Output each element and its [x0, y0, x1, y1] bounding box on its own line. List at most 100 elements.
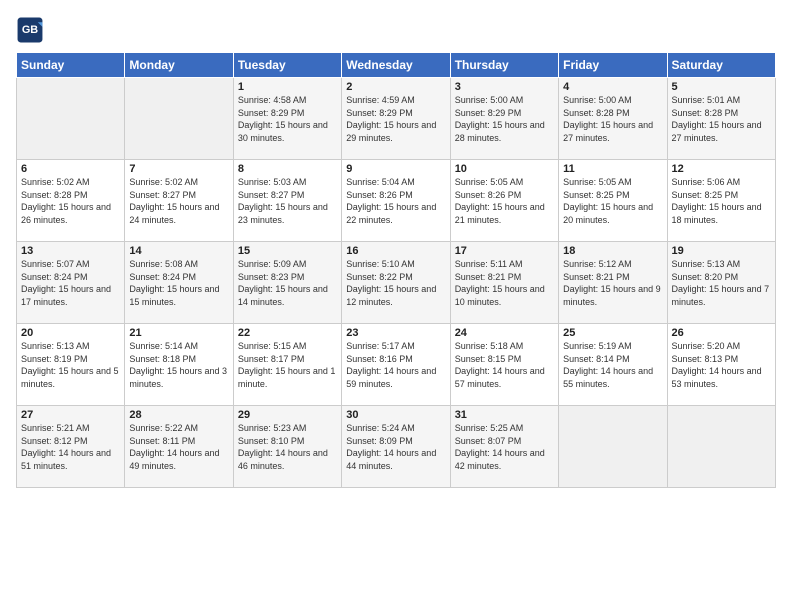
calendar-cell [559, 406, 667, 488]
calendar-cell: 26Sunrise: 5:20 AM Sunset: 8:13 PM Dayli… [667, 324, 775, 406]
calendar-cell: 20Sunrise: 5:13 AM Sunset: 8:19 PM Dayli… [17, 324, 125, 406]
day-number: 19 [672, 245, 771, 257]
day-number: 28 [129, 409, 228, 421]
calendar-cell: 24Sunrise: 5:18 AM Sunset: 8:15 PM Dayli… [450, 324, 558, 406]
calendar-week-row: 27Sunrise: 5:21 AM Sunset: 8:12 PM Dayli… [17, 406, 776, 488]
day-info: Sunrise: 4:58 AM Sunset: 8:29 PM Dayligh… [238, 94, 337, 144]
day-info: Sunrise: 5:15 AM Sunset: 8:17 PM Dayligh… [238, 340, 337, 390]
calendar-cell: 11Sunrise: 5:05 AM Sunset: 8:25 PM Dayli… [559, 160, 667, 242]
day-number: 26 [672, 327, 771, 339]
day-info: Sunrise: 5:11 AM Sunset: 8:21 PM Dayligh… [455, 258, 554, 308]
day-info: Sunrise: 5:10 AM Sunset: 8:22 PM Dayligh… [346, 258, 445, 308]
day-number: 29 [238, 409, 337, 421]
col-thursday: Thursday [450, 53, 558, 78]
calendar-cell: 18Sunrise: 5:12 AM Sunset: 8:21 PM Dayli… [559, 242, 667, 324]
calendar-page: GB Sunday Monday Tuesday Wednesday Thurs… [0, 0, 792, 612]
col-sunday: Sunday [17, 53, 125, 78]
calendar-cell: 23Sunrise: 5:17 AM Sunset: 8:16 PM Dayli… [342, 324, 450, 406]
calendar-cell: 7Sunrise: 5:02 AM Sunset: 8:27 PM Daylig… [125, 160, 233, 242]
col-friday: Friday [559, 53, 667, 78]
day-number: 30 [346, 409, 445, 421]
col-monday: Monday [125, 53, 233, 78]
day-info: Sunrise: 5:19 AM Sunset: 8:14 PM Dayligh… [563, 340, 662, 390]
day-number: 2 [346, 81, 445, 93]
day-number: 16 [346, 245, 445, 257]
calendar-cell: 3Sunrise: 5:00 AM Sunset: 8:29 PM Daylig… [450, 78, 558, 160]
calendar-cell: 17Sunrise: 5:11 AM Sunset: 8:21 PM Dayli… [450, 242, 558, 324]
day-number: 31 [455, 409, 554, 421]
calendar-cell: 4Sunrise: 5:00 AM Sunset: 8:28 PM Daylig… [559, 78, 667, 160]
calendar-cell: 27Sunrise: 5:21 AM Sunset: 8:12 PM Dayli… [17, 406, 125, 488]
day-info: Sunrise: 5:25 AM Sunset: 8:07 PM Dayligh… [455, 422, 554, 472]
calendar-cell: 29Sunrise: 5:23 AM Sunset: 8:10 PM Dayli… [233, 406, 341, 488]
calendar-cell: 2Sunrise: 4:59 AM Sunset: 8:29 PM Daylig… [342, 78, 450, 160]
day-info: Sunrise: 5:06 AM Sunset: 8:25 PM Dayligh… [672, 176, 771, 226]
calendar-week-row: 20Sunrise: 5:13 AM Sunset: 8:19 PM Dayli… [17, 324, 776, 406]
header: GB [16, 16, 776, 44]
day-number: 21 [129, 327, 228, 339]
day-number: 13 [21, 245, 120, 257]
day-info: Sunrise: 5:05 AM Sunset: 8:26 PM Dayligh… [455, 176, 554, 226]
day-number: 22 [238, 327, 337, 339]
day-number: 17 [455, 245, 554, 257]
day-number: 15 [238, 245, 337, 257]
day-info: Sunrise: 5:01 AM Sunset: 8:28 PM Dayligh… [672, 94, 771, 144]
day-info: Sunrise: 5:13 AM Sunset: 8:19 PM Dayligh… [21, 340, 120, 390]
header-row: Sunday Monday Tuesday Wednesday Thursday… [17, 53, 776, 78]
calendar-cell: 14Sunrise: 5:08 AM Sunset: 8:24 PM Dayli… [125, 242, 233, 324]
calendar-cell: 15Sunrise: 5:09 AM Sunset: 8:23 PM Dayli… [233, 242, 341, 324]
day-number: 23 [346, 327, 445, 339]
day-number: 9 [346, 163, 445, 175]
calendar-cell: 21Sunrise: 5:14 AM Sunset: 8:18 PM Dayli… [125, 324, 233, 406]
day-info: Sunrise: 5:18 AM Sunset: 8:15 PM Dayligh… [455, 340, 554, 390]
day-number: 18 [563, 245, 662, 257]
day-info: Sunrise: 5:02 AM Sunset: 8:28 PM Dayligh… [21, 176, 120, 226]
day-info: Sunrise: 5:08 AM Sunset: 8:24 PM Dayligh… [129, 258, 228, 308]
calendar-cell: 13Sunrise: 5:07 AM Sunset: 8:24 PM Dayli… [17, 242, 125, 324]
calendar-cell: 22Sunrise: 5:15 AM Sunset: 8:17 PM Dayli… [233, 324, 341, 406]
calendar-cell: 5Sunrise: 5:01 AM Sunset: 8:28 PM Daylig… [667, 78, 775, 160]
svg-text:GB: GB [22, 24, 38, 36]
day-info: Sunrise: 5:09 AM Sunset: 8:23 PM Dayligh… [238, 258, 337, 308]
calendar-cell: 19Sunrise: 5:13 AM Sunset: 8:20 PM Dayli… [667, 242, 775, 324]
calendar-cell [17, 78, 125, 160]
day-info: Sunrise: 5:24 AM Sunset: 8:09 PM Dayligh… [346, 422, 445, 472]
calendar-cell: 16Sunrise: 5:10 AM Sunset: 8:22 PM Dayli… [342, 242, 450, 324]
calendar-cell: 30Sunrise: 5:24 AM Sunset: 8:09 PM Dayli… [342, 406, 450, 488]
day-info: Sunrise: 5:20 AM Sunset: 8:13 PM Dayligh… [672, 340, 771, 390]
col-saturday: Saturday [667, 53, 775, 78]
calendar-cell: 28Sunrise: 5:22 AM Sunset: 8:11 PM Dayli… [125, 406, 233, 488]
day-number: 3 [455, 81, 554, 93]
day-number: 12 [672, 163, 771, 175]
calendar-cell: 25Sunrise: 5:19 AM Sunset: 8:14 PM Dayli… [559, 324, 667, 406]
calendar-cell: 12Sunrise: 5:06 AM Sunset: 8:25 PM Dayli… [667, 160, 775, 242]
day-info: Sunrise: 5:22 AM Sunset: 8:11 PM Dayligh… [129, 422, 228, 472]
day-number: 27 [21, 409, 120, 421]
day-number: 10 [455, 163, 554, 175]
col-tuesday: Tuesday [233, 53, 341, 78]
day-number: 6 [21, 163, 120, 175]
calendar-cell: 6Sunrise: 5:02 AM Sunset: 8:28 PM Daylig… [17, 160, 125, 242]
day-info: Sunrise: 4:59 AM Sunset: 8:29 PM Dayligh… [346, 94, 445, 144]
calendar-cell [667, 406, 775, 488]
calendar-table: Sunday Monday Tuesday Wednesday Thursday… [16, 52, 776, 488]
day-info: Sunrise: 5:00 AM Sunset: 8:29 PM Dayligh… [455, 94, 554, 144]
day-number: 1 [238, 81, 337, 93]
day-number: 7 [129, 163, 228, 175]
day-info: Sunrise: 5:00 AM Sunset: 8:28 PM Dayligh… [563, 94, 662, 144]
day-number: 8 [238, 163, 337, 175]
day-info: Sunrise: 5:07 AM Sunset: 8:24 PM Dayligh… [21, 258, 120, 308]
day-number: 20 [21, 327, 120, 339]
col-wednesday: Wednesday [342, 53, 450, 78]
day-info: Sunrise: 5:17 AM Sunset: 8:16 PM Dayligh… [346, 340, 445, 390]
calendar-cell: 10Sunrise: 5:05 AM Sunset: 8:26 PM Dayli… [450, 160, 558, 242]
logo-icon: GB [16, 16, 44, 44]
day-info: Sunrise: 5:05 AM Sunset: 8:25 PM Dayligh… [563, 176, 662, 226]
logo: GB [16, 16, 48, 44]
calendar-cell: 8Sunrise: 5:03 AM Sunset: 8:27 PM Daylig… [233, 160, 341, 242]
day-info: Sunrise: 5:21 AM Sunset: 8:12 PM Dayligh… [21, 422, 120, 472]
day-number: 24 [455, 327, 554, 339]
calendar-week-row: 1Sunrise: 4:58 AM Sunset: 8:29 PM Daylig… [17, 78, 776, 160]
calendar-cell: 9Sunrise: 5:04 AM Sunset: 8:26 PM Daylig… [342, 160, 450, 242]
calendar-week-row: 13Sunrise: 5:07 AM Sunset: 8:24 PM Dayli… [17, 242, 776, 324]
